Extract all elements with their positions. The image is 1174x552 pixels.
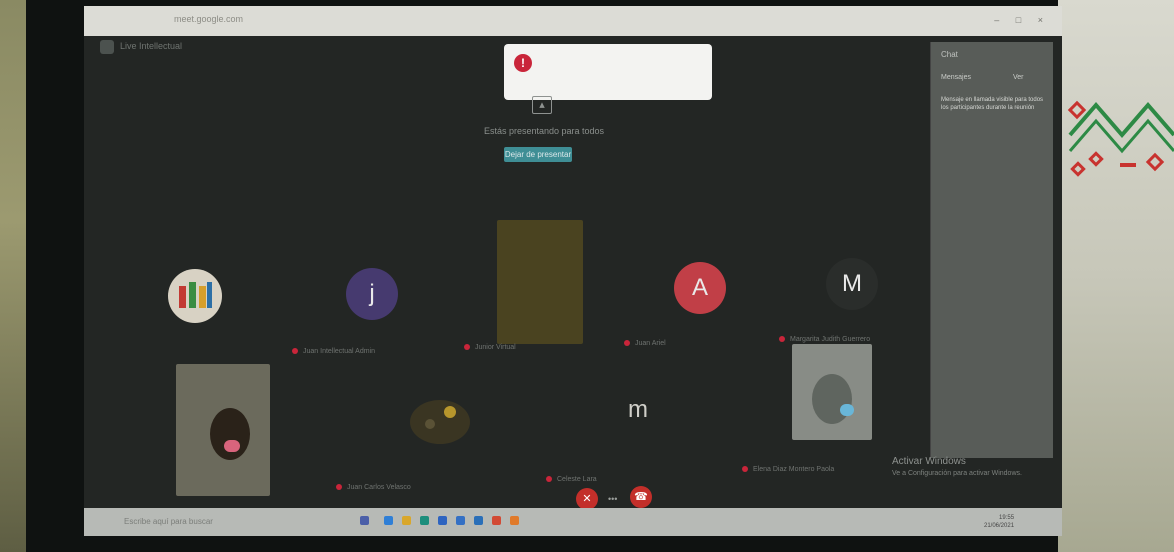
participant-avatar: M xyxy=(826,258,878,310)
participant-silhouette xyxy=(812,374,852,424)
participant-mask xyxy=(224,440,240,452)
participant-name-tag: Junior Virtual xyxy=(464,344,516,351)
app-icon[interactable] xyxy=(474,516,483,525)
mic-off-icon xyxy=(742,466,748,473)
background-wall-left xyxy=(0,0,26,552)
participant-name-tag: Juan Ariel xyxy=(624,340,666,347)
mic-off-icon xyxy=(546,476,552,483)
chat-panel: Chat Mensajes Ver Mensaje en llamada vis… xyxy=(930,42,1053,458)
app-icon[interactable] xyxy=(510,516,519,525)
taskbar-clock[interactable]: 19:55 21/06/2021 xyxy=(984,514,1014,530)
wall-pattern-decoration xyxy=(1067,100,1174,177)
task-view-icon[interactable] xyxy=(360,516,369,525)
mic-toggle-button[interactable]: ✕ xyxy=(576,488,598,510)
mic-off-icon xyxy=(336,484,342,491)
chat-option-messages[interactable]: Mensajes xyxy=(941,74,971,81)
app-icon[interactable] xyxy=(456,516,465,525)
stop-presenting-button[interactable]: Dejar de presentar xyxy=(504,147,572,162)
activate-windows-subtitle: Ve a Configuración para activar Windows. xyxy=(892,470,1022,477)
participant-name: Junior Virtual xyxy=(475,344,516,351)
more-options-button[interactable]: ••• xyxy=(608,494,617,504)
end-call-button[interactable]: ☎ xyxy=(630,486,652,508)
participant-video-tile xyxy=(176,364,270,496)
participant-logo-avatar xyxy=(168,269,222,323)
participant-name: Juan Carlos Velasco xyxy=(347,484,411,491)
participant-name-tag: Celeste Lara xyxy=(546,476,597,483)
participant-video-tile xyxy=(497,220,583,344)
chrome-icon[interactable] xyxy=(492,516,501,525)
chat-message: Mensaje en llamada visible para todos lo… xyxy=(941,97,1044,111)
chat-title: Chat xyxy=(941,50,958,59)
activate-windows-title: Activar Windows xyxy=(892,456,966,467)
windows-taskbar: Escribe aquí para buscar 19:55 21/06/202… xyxy=(84,508,1062,536)
word-icon[interactable] xyxy=(438,516,447,525)
participant-name: Juan Ariel xyxy=(635,340,666,347)
participant-name-tag: Juan Carlos Velasco xyxy=(336,484,411,491)
participant-avatar: m xyxy=(628,396,648,423)
monitor-bezel: meet.google.com – □ × Live Intellectual … xyxy=(26,0,1062,552)
participant-avatar: A xyxy=(674,262,726,314)
participant-name-tag: Margarita Judith Guerrero xyxy=(779,336,870,343)
meet-logo-icon xyxy=(100,40,114,54)
participant-name: Elena Diaz Montero Paola xyxy=(753,466,835,473)
participant-silhouette xyxy=(210,408,250,460)
participant-photo-avatar xyxy=(410,400,470,444)
screen: meet.google.com – □ × Live Intellectual … xyxy=(84,6,1062,536)
clock-date: 21/06/2021 xyxy=(984,523,1015,529)
participant-object xyxy=(840,404,854,416)
mic-off-icon xyxy=(624,340,630,347)
chat-option-view[interactable]: Ver xyxy=(1013,74,1024,81)
participant-name-tag: Juan Intellectual Admin xyxy=(292,348,375,355)
browser-tab-title[interactable]: meet.google.com xyxy=(174,14,243,24)
notification-popup[interactable]: ! xyxy=(504,44,712,100)
participant-name-tag: Elena Diaz Montero Paola xyxy=(742,466,834,473)
mic-off-icon xyxy=(292,348,298,355)
meeting-name: Live Intellectual xyxy=(120,41,183,51)
alert-icon: ! xyxy=(514,54,532,72)
edge-icon[interactable] xyxy=(384,516,393,525)
mic-off-icon xyxy=(464,344,470,351)
taskbar-search[interactable]: Escribe aquí para buscar xyxy=(124,517,213,526)
browser-bar: meet.google.com – □ × xyxy=(84,6,1062,36)
participant-name: Margarita Judith Guerrero xyxy=(790,336,871,343)
background-wall-right xyxy=(1058,0,1174,552)
participant-video-tile xyxy=(792,344,872,440)
present-screen-icon: ▴ xyxy=(532,96,552,114)
participant-name: Celeste Lara xyxy=(557,476,597,483)
store-icon[interactable] xyxy=(420,516,429,525)
participant-name: Juan Intellectual Admin xyxy=(303,348,375,355)
window-controls[interactable]: – □ × xyxy=(994,15,1050,25)
clock-time: 19:55 xyxy=(999,515,1015,521)
presenting-message: Estás presentando para todos xyxy=(483,126,605,136)
mic-off-icon xyxy=(779,336,785,343)
explorer-icon[interactable] xyxy=(402,516,411,525)
participant-avatar: j xyxy=(346,268,398,320)
